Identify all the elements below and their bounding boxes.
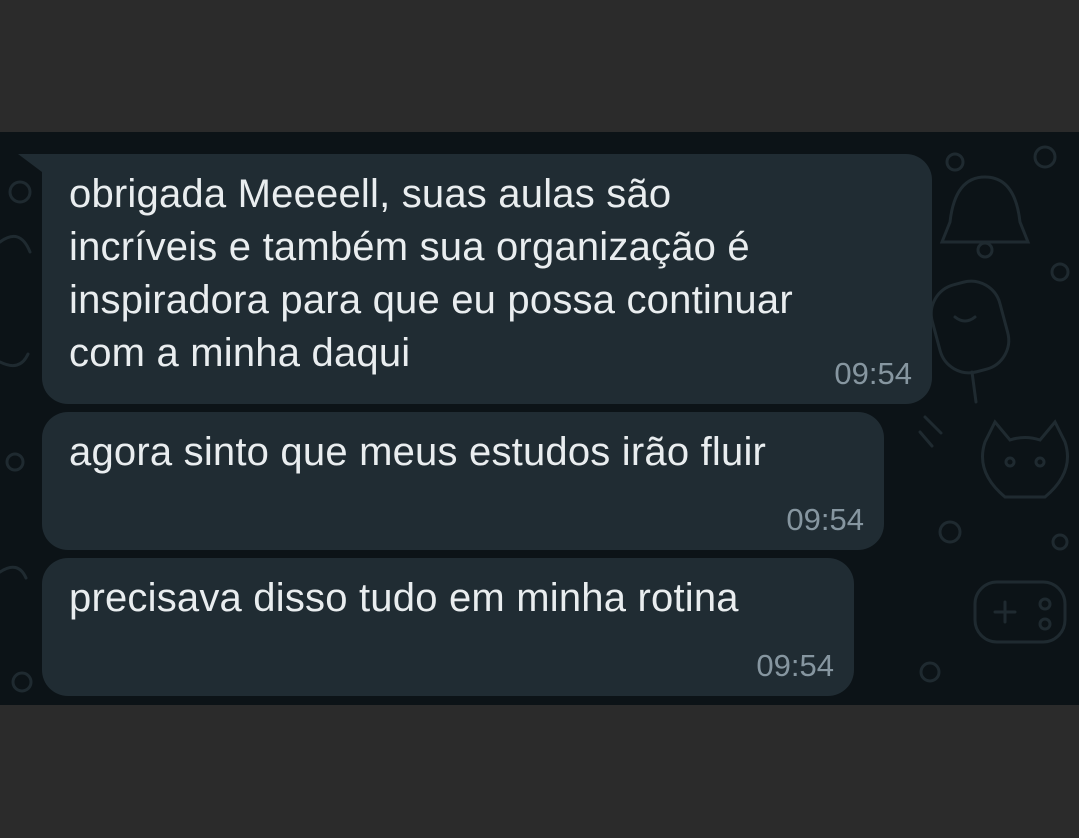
popsicle-doodle-icon <box>929 279 1011 404</box>
cat-doodle-icon <box>981 419 1069 499</box>
message-text: obrigada Meeeell, suas aulas são incríve… <box>69 172 793 375</box>
message-text: agora sinto que meus estudos irão fluir <box>69 430 767 474</box>
bell-doodle-icon <box>939 175 1031 259</box>
message-text: precisava disso tudo em minha rotina <box>69 576 739 620</box>
message-bubble-incoming[interactable]: agora sinto que meus estudos irão fluir … <box>42 412 884 550</box>
gamepad-doodle-icon <box>973 580 1067 644</box>
bubble-tail <box>18 154 42 172</box>
message-bubble-incoming[interactable]: obrigada Meeeell, suas aulas são incríve… <box>18 154 932 404</box>
message-timestamp: 09:54 <box>834 356 912 391</box>
screenshot-frame: obrigada Meeeell, suas aulas são incríve… <box>0 0 1079 838</box>
message-timestamp: 09:54 <box>786 502 864 537</box>
message-timestamp: 09:54 <box>756 648 834 683</box>
message-bubble-incoming[interactable]: precisava disso tudo em minha rotina 09:… <box>42 558 854 696</box>
chat-message-list[interactable]: obrigada Meeeell, suas aulas são incríve… <box>0 132 1079 705</box>
